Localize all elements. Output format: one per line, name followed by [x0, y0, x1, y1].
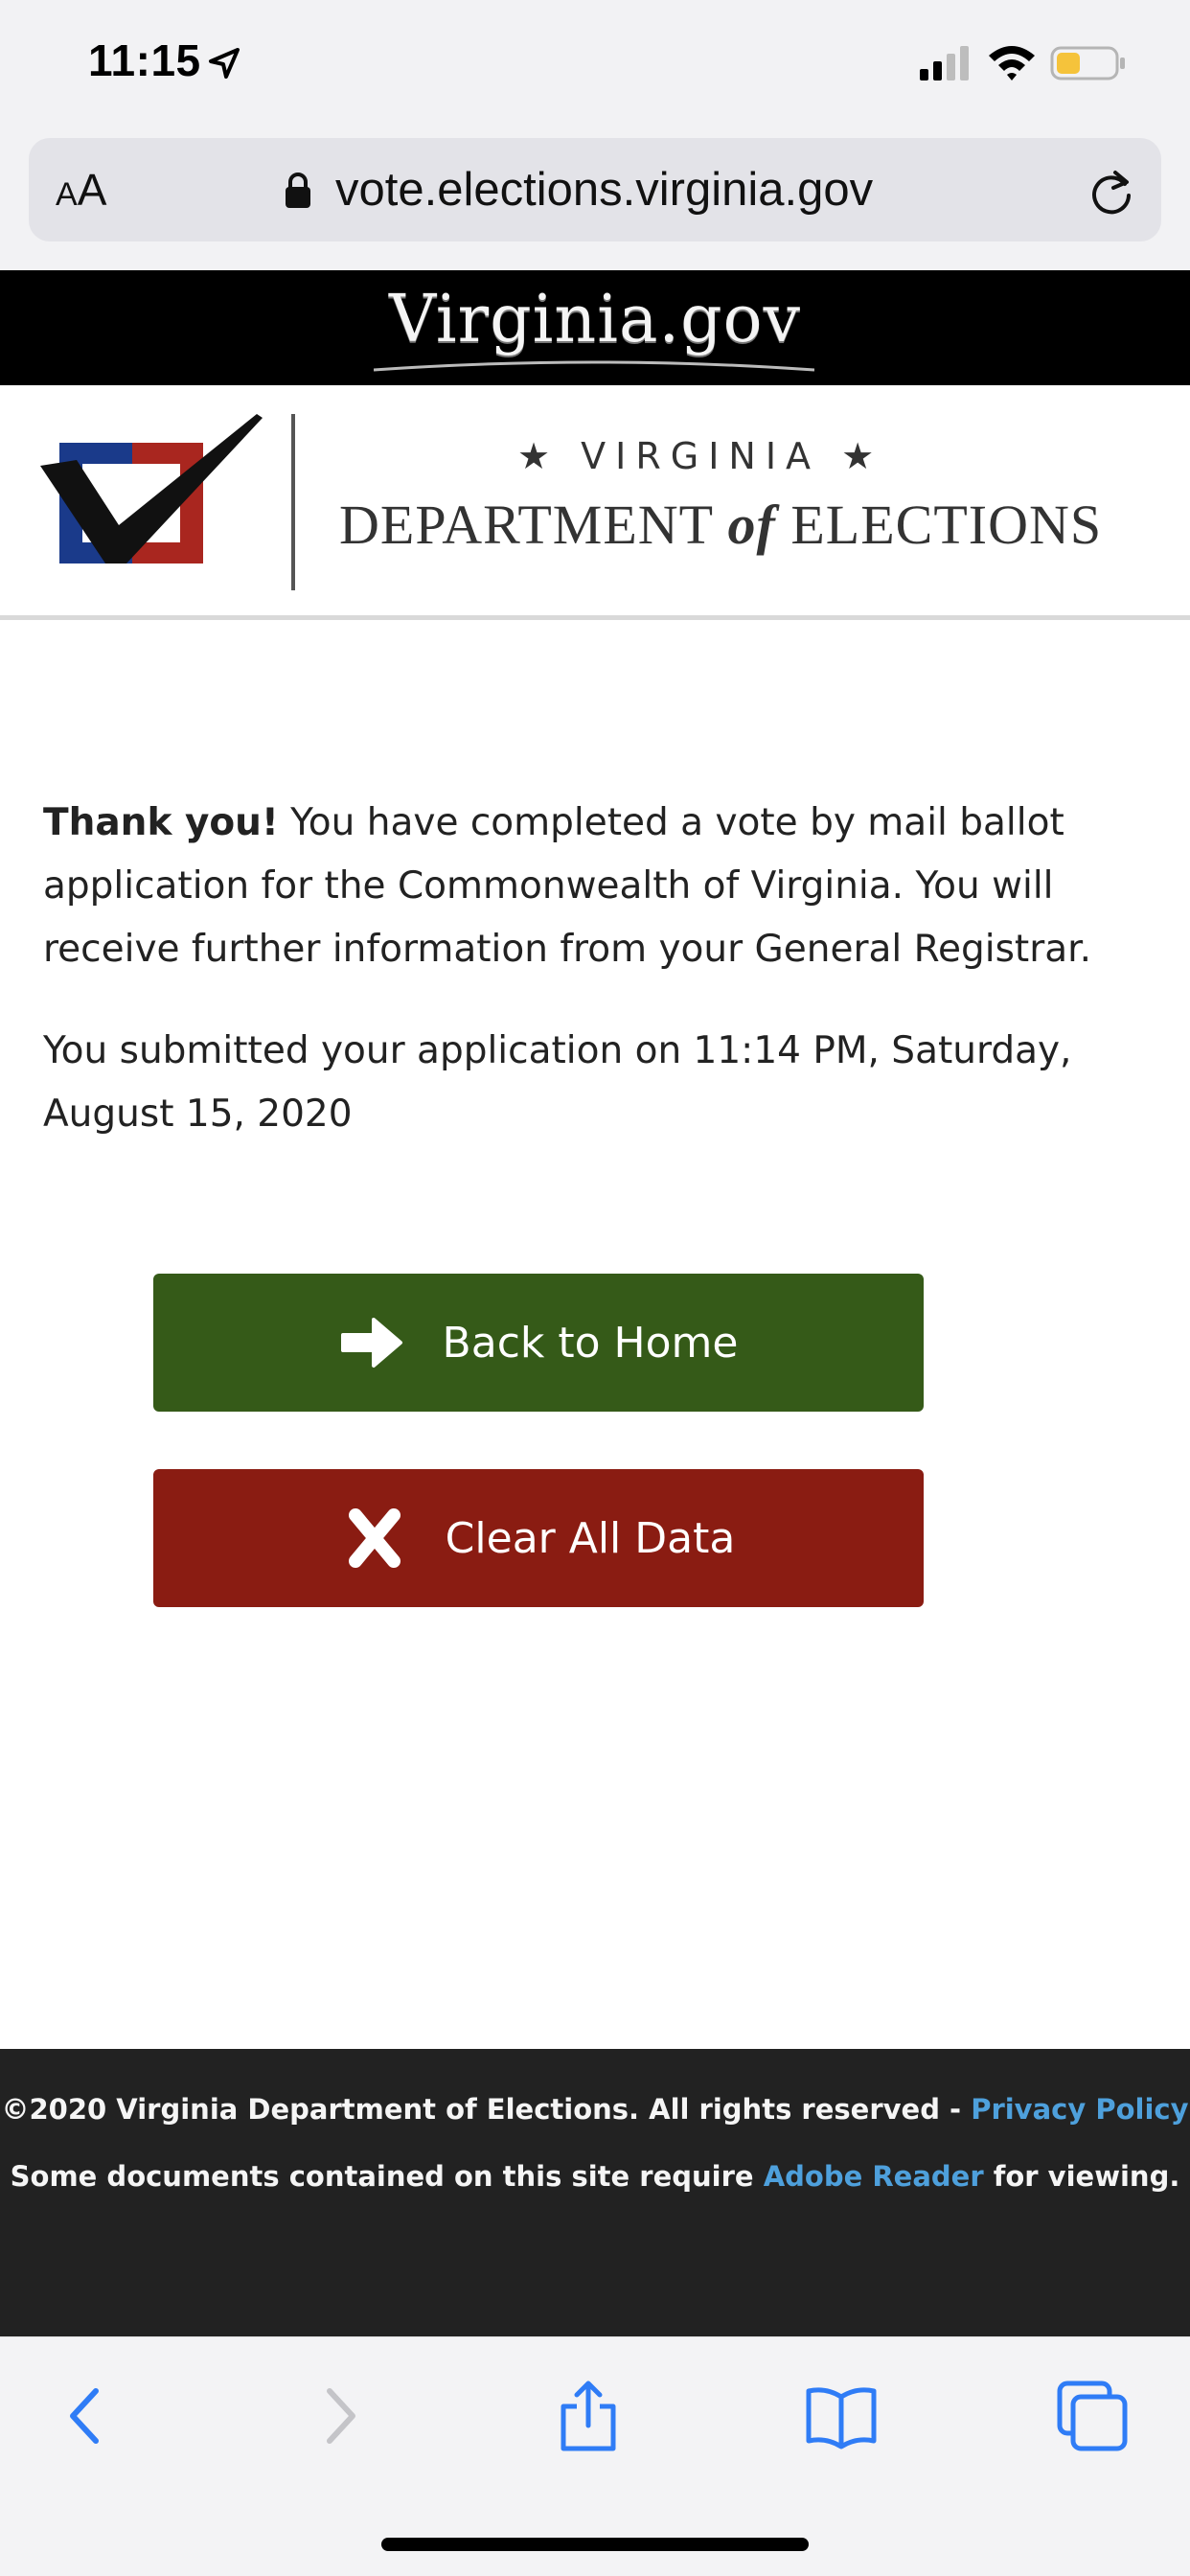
status-bar: 11:15 — [0, 0, 1190, 134]
forward-icon[interactable] — [299, 2378, 376, 2454]
swoosh-decoration — [374, 360, 814, 372]
reload-icon[interactable] — [1087, 167, 1136, 217]
lock-icon — [286, 172, 310, 208]
copyright-line: ©2020 Virginia Department of Elections. … — [1, 2093, 1189, 2126]
location-arrow-icon — [209, 48, 240, 79]
confirmation-message: Thank you! You have completed a vote by … — [43, 801, 1091, 971]
department-name: DEPARTMENT of ELECTIONS — [339, 494, 1103, 556]
submission-timestamp: You submitted your application on 11:14 … — [43, 1029, 1072, 1136]
tabs-icon[interactable] — [1054, 2378, 1131, 2454]
department-header: ★ VIRGINIA ★ DEPARTMENT of ELECTIONS — [0, 385, 1190, 620]
share-icon[interactable] — [550, 2378, 627, 2454]
privacy-policy-link[interactable]: Privacy Policy — [971, 2093, 1188, 2126]
home-indicator[interactable] — [381, 2538, 809, 2551]
x-icon — [348, 1508, 400, 1568]
department-state-label: ★ VIRGINIA ★ — [517, 435, 884, 477]
status-time: 11:15 — [88, 35, 201, 85]
back-to-home-label: Back to Home — [442, 1318, 739, 1368]
arrow-right-icon — [340, 1318, 402, 1368]
header-divider — [291, 414, 295, 590]
url-bar[interactable]: AA vote.elections.virginia.gov — [29, 138, 1161, 242]
checkmark-ballot-icon[interactable] — [38, 404, 268, 586]
back-to-home-button[interactable]: Back to Home — [153, 1274, 924, 1412]
wifi-icon — [989, 46, 1035, 80]
thank-you-heading: Thank you! — [43, 801, 279, 844]
screen: 11:15 AA vote.elections.virginia.gov Vir… — [0, 0, 1190, 2576]
bookmarks-icon[interactable] — [803, 2378, 880, 2454]
reader-text-size-button[interactable]: AA — [56, 159, 106, 220]
main-content: Thank you! You have completed a vote by … — [43, 792, 1155, 1184]
browser-url-area: AA vote.elections.virginia.gov — [0, 134, 1190, 270]
virginia-gov-logo[interactable]: Virginia.gov — [389, 282, 801, 357]
documents-notice: Some documents contained on this site re… — [10, 2160, 1180, 2193]
page-footer: ©2020 Virginia Department of Elections. … — [0, 2049, 1190, 2336]
back-icon[interactable] — [50, 2378, 126, 2454]
clear-all-data-label: Clear All Data — [445, 1513, 736, 1563]
url-text[interactable]: vote.elections.virginia.gov — [335, 159, 873, 220]
clear-all-data-button[interactable]: Clear All Data — [153, 1469, 924, 1607]
signal-icon — [920, 46, 969, 80]
battery-icon — [1050, 46, 1125, 80]
adobe-reader-link[interactable]: Adobe Reader — [764, 2160, 984, 2193]
virginia-gov-banner: Virginia.gov — [0, 270, 1190, 385]
